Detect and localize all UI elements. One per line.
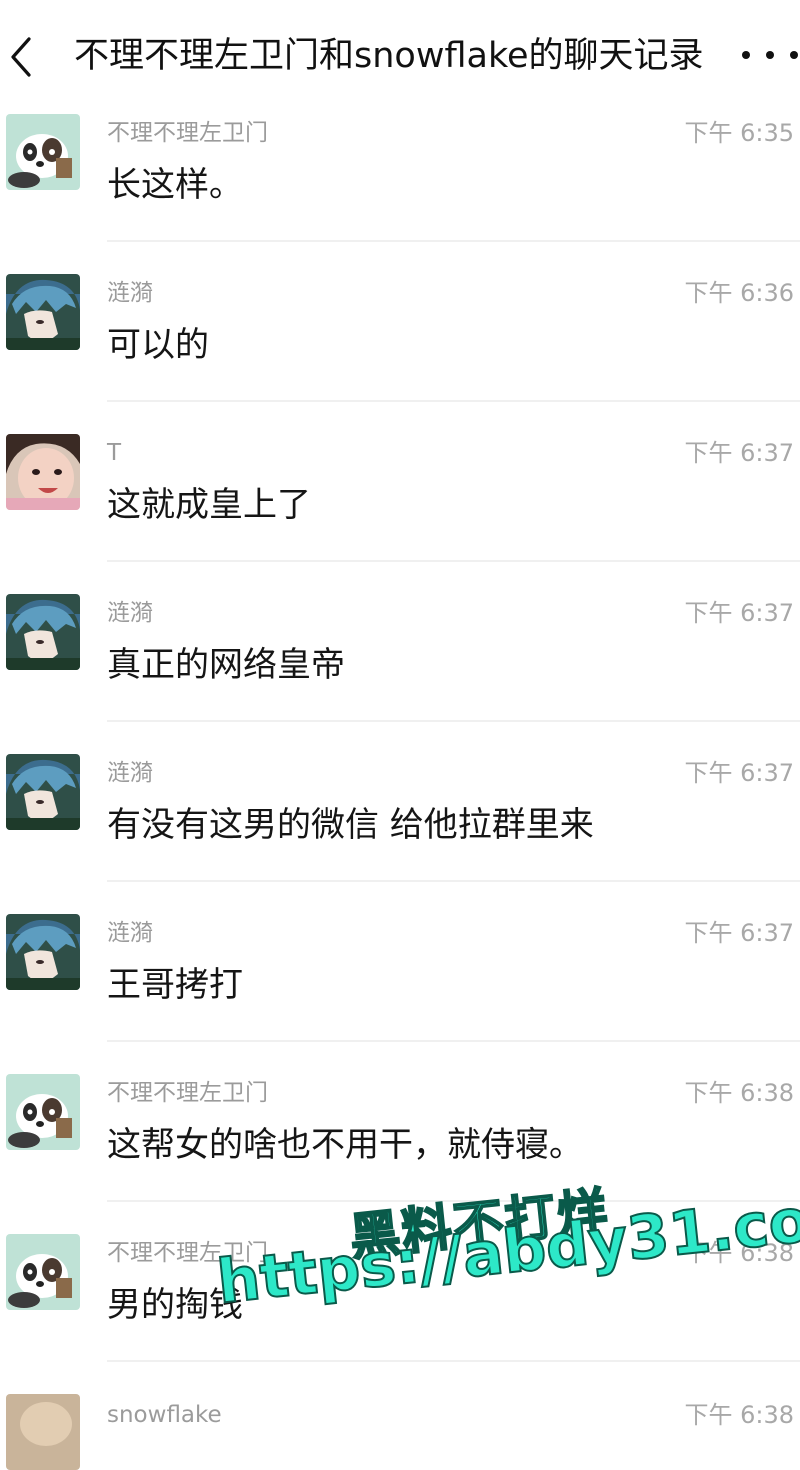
divider <box>107 1200 800 1202</box>
sender-name: 涟漪 <box>107 280 153 306</box>
avatar[interactable] <box>6 274 80 350</box>
message-text: 可以的 <box>107 325 209 365</box>
message-time: 下午 6:35 <box>684 119 794 147</box>
panda-avatar-icon <box>6 114 80 190</box>
panda-avatar-icon <box>6 1234 80 1310</box>
sender-name: 涟漪 <box>107 920 153 946</box>
message-item[interactable]: snowflake 下午 6:38 <box>0 1392 800 1470</box>
back-button[interactable] <box>0 22 44 92</box>
message-time: 下午 6:38 <box>684 1079 794 1107</box>
photo-avatar-icon <box>6 1394 80 1470</box>
avatar[interactable] <box>6 1234 80 1310</box>
anime-avatar-icon <box>6 914 80 990</box>
message-text: 有没有这男的微信 给他拉群里来 <box>107 805 594 845</box>
divider <box>107 1360 800 1362</box>
avatar[interactable] <box>6 434 80 510</box>
message-item[interactable]: 不理不理左卫门 下午 6:38 男的掏钱 <box>0 1232 800 1392</box>
sender-name: 涟漪 <box>107 600 153 626</box>
divider <box>107 1040 800 1042</box>
message-text: 王哥拷打 <box>107 965 243 1005</box>
avatar[interactable] <box>6 114 80 190</box>
more-button[interactable] <box>742 40 798 70</box>
avatar[interactable] <box>6 594 80 670</box>
divider <box>107 240 800 242</box>
message-text: 这帮女的啥也不用干，就侍寝。 <box>107 1125 583 1165</box>
chevron-left-icon <box>11 37 31 77</box>
message-text: 长这样。 <box>107 165 243 205</box>
divider <box>107 720 800 722</box>
sender-name: T <box>107 440 122 466</box>
sender-name: 涟漪 <box>107 760 153 786</box>
sender-name: 不理不理左卫门 <box>107 120 268 146</box>
page-title: 不理不理左卫门和snowflake的聊天记录 <box>74 36 704 76</box>
sender-name: 不理不理左卫门 <box>107 1240 268 1266</box>
message-item[interactable]: 涟漪 下午 6:37 王哥拷打 <box>0 912 800 1072</box>
message-time: 下午 6:37 <box>684 759 794 787</box>
message-time: 下午 6:38 <box>684 1401 794 1429</box>
message-text: 真正的网络皇帝 <box>107 645 345 685</box>
sender-name: snowflake <box>107 1402 222 1428</box>
divider <box>107 400 800 402</box>
chat-history-header: 不理不理左卫门和snowflake的聊天记录 <box>0 0 800 112</box>
more-dots-icon <box>742 51 750 59</box>
message-time: 下午 6:36 <box>684 279 794 307</box>
message-item[interactable]: 涟漪 下午 6:37 真正的网络皇帝 <box>0 592 800 752</box>
message-time: 下午 6:37 <box>684 439 794 467</box>
anime-avatar-icon <box>6 754 80 830</box>
message-item[interactable]: T 下午 6:37 这就成皇上了 <box>0 432 800 592</box>
child-photo-avatar-icon <box>6 434 80 510</box>
message-item[interactable]: 涟漪 下午 6:37 有没有这男的微信 给他拉群里来 <box>0 752 800 912</box>
divider <box>107 560 800 562</box>
message-time: 下午 6:37 <box>684 599 794 627</box>
message-time: 下午 6:38 <box>684 1239 794 1267</box>
message-time: 下午 6:37 <box>684 919 794 947</box>
message-item[interactable]: 不理不理左卫门 下午 6:35 长这样。 <box>0 112 800 272</box>
sender-name: 不理不理左卫门 <box>107 1080 268 1106</box>
message-item[interactable]: 涟漪 下午 6:36 可以的 <box>0 272 800 432</box>
avatar[interactable] <box>6 1074 80 1150</box>
message-text: 这就成皇上了 <box>107 485 311 525</box>
message-item[interactable]: 不理不理左卫门 下午 6:38 这帮女的啥也不用干，就侍寝。 <box>0 1072 800 1232</box>
anime-avatar-icon <box>6 594 80 670</box>
avatar[interactable] <box>6 914 80 990</box>
message-text: 男的掏钱 <box>107 1285 243 1325</box>
panda-avatar-icon <box>6 1074 80 1150</box>
avatar[interactable] <box>6 754 80 830</box>
anime-avatar-icon <box>6 274 80 350</box>
divider <box>107 880 800 882</box>
avatar[interactable] <box>6 1394 80 1470</box>
